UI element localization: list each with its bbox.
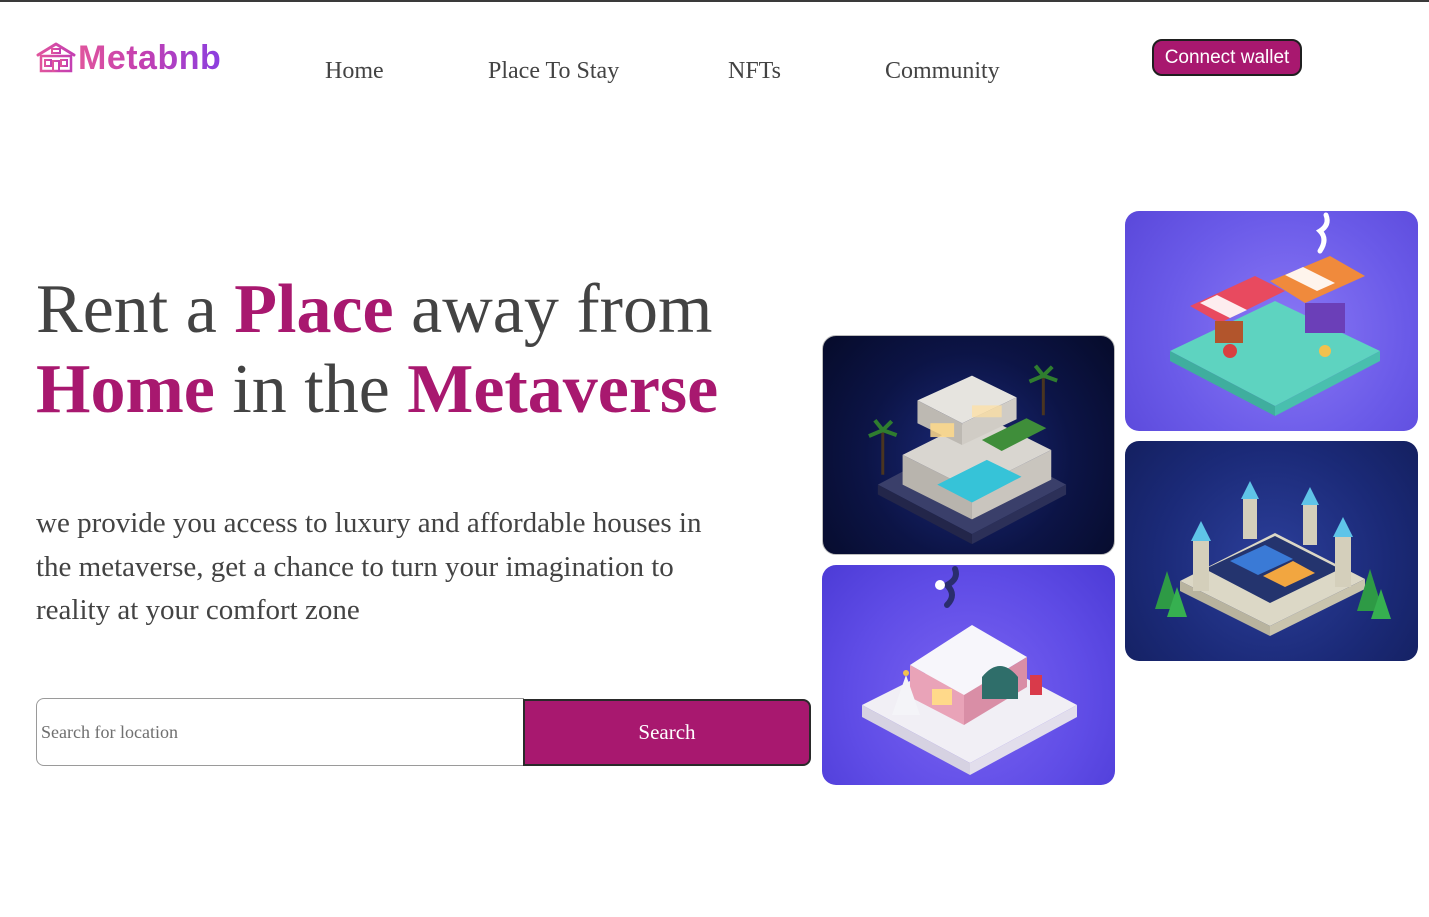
hero-headline: Rent a Place away from Home in the Metave… [36,270,796,430]
nav-link-home[interactable]: Home [325,56,384,86]
castle-image [1125,441,1418,661]
search-button[interactable]: Search [523,699,811,766]
market-illustration [1170,212,1380,416]
headline-highlight-place: Place [234,271,394,348]
nav-link-nfts[interactable]: NFTs [728,56,781,86]
top-border [0,0,1429,2]
headline-highlight-metaverse: Metaverse [407,351,719,428]
headline-text: in the [214,351,408,428]
logo[interactable]: Metabnb [36,40,221,76]
house-icon [36,42,76,74]
villa-illustration [868,364,1067,545]
headline-text: away from [393,271,713,348]
nav-link-community[interactable]: Community [885,56,1000,86]
hero-description: we provide you access to luxury and affo… [36,507,702,626]
connect-wallet-button[interactable]: Connect wallet [1152,39,1302,76]
cottage-illustration [862,566,1077,775]
nav-link-place-to-stay[interactable]: Place To Stay [488,56,619,86]
snowy-cottage-image [822,565,1115,785]
search-location-input[interactable] [36,698,524,766]
villa-with-pool-image [822,335,1115,555]
brand-name: Metabnb [78,39,222,77]
castle-illustration [1155,481,1391,636]
headline-highlight-home: Home [36,351,215,428]
headline-text: Rent a [36,271,235,348]
market-stall-image [1125,211,1418,431]
